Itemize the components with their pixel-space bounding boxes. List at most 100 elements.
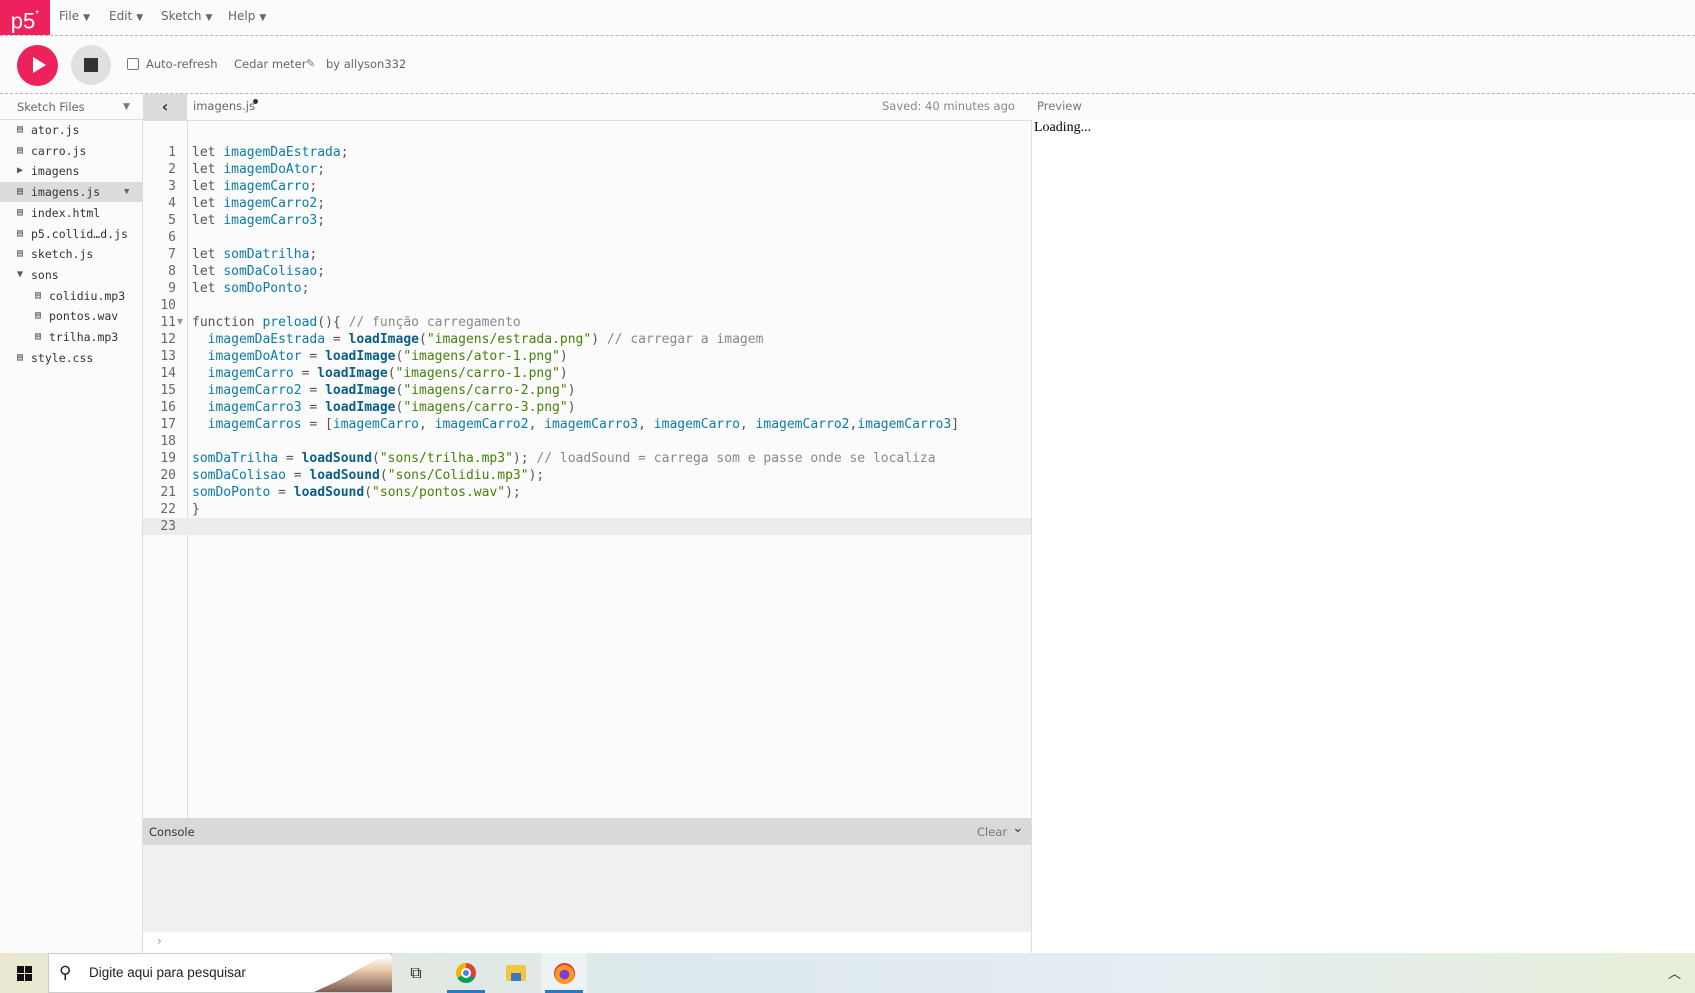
file-icon: ▤ (17, 227, 24, 239)
code-token: } (192, 502, 200, 517)
file-tree-item[interactable]: ▤ trilha.mp3 (0, 327, 143, 347)
code-line: let somDatrilha; (192, 246, 317, 263)
file-tree-item[interactable]: ▤ carro.js (0, 141, 143, 161)
code-token: somDoPonto (192, 485, 271, 500)
sketch-name[interactable]: Cedar meter (234, 57, 306, 71)
task-view-button[interactable]: ⧉ (393, 953, 439, 993)
fold-toggle-icon[interactable]: ▼ (177, 317, 183, 326)
code-token: ; (340, 145, 349, 160)
line-number: 7 (168, 247, 176, 262)
sidebar-header: Sketch Files ▼ (0, 94, 143, 120)
menu-edit[interactable]: Edit ▼ (109, 0, 143, 35)
sketch-author[interactable]: by allyson332 (326, 57, 406, 71)
menu-sketch[interactable]: Sketch ▼ (161, 0, 212, 35)
code-token: let (192, 264, 224, 279)
folder-icon (506, 965, 526, 981)
preview-frame[interactable]: Loading... (1032, 120, 1695, 953)
start-button[interactable] (0, 953, 48, 993)
console-output (143, 845, 1031, 932)
line-number: 17 (160, 417, 176, 432)
file-icon: ▤ (17, 186, 24, 198)
saved-status: Saved: 40 minutes ago (882, 99, 1015, 113)
p5-logo[interactable]: p5* (0, 0, 50, 35)
code-token: = (270, 485, 294, 500)
file-name: sketch.js (31, 247, 94, 262)
code-token: ) (559, 366, 568, 381)
play-button[interactable] (17, 45, 58, 86)
console-clear-button[interactable]: Clear (977, 825, 1007, 839)
code-token: function (192, 315, 263, 330)
file-name: carro.js (31, 143, 87, 158)
code-token: imagemCarro2 (434, 417, 529, 432)
chrome-taskbar-button[interactable] (443, 953, 489, 993)
code-token: "imagens/carro-3.png" (403, 400, 568, 415)
code-token: "sons/trilha.mp3" (379, 451, 513, 466)
code-line: let imagemCarro2; (192, 195, 325, 212)
code-token: // carregar a imagem (606, 332, 764, 347)
file-name: style.css (31, 350, 94, 365)
collapse-sidebar-button[interactable]: ‹ (143, 94, 187, 120)
console-input[interactable]: › (143, 932, 1031, 953)
file-name: sons (31, 267, 59, 282)
code-token: ) (559, 349, 568, 364)
code-token: = (278, 451, 302, 466)
menu-help[interactable]: Help ▼ (228, 0, 266, 35)
file-explorer-taskbar-button[interactable] (493, 953, 539, 993)
menu-file[interactable]: File ▼ (59, 0, 90, 35)
line-number: 6 (168, 230, 176, 245)
stop-button[interactable] (71, 45, 111, 85)
unsaved-indicator (253, 99, 258, 104)
console-header: Console Clear ⌄ (143, 818, 1031, 845)
line-number: 1 (168, 145, 176, 160)
file-tree-item[interactable]: ▤ sketch.js (0, 244, 143, 264)
code-token: "imagens/ator-1.png" (403, 349, 560, 364)
file-tree-item[interactable]: ▤ imagens.js ▼ (0, 182, 143, 203)
file-icon: ▤ (35, 331, 42, 342)
file-tree-item[interactable]: ▤ colidiu.mp3 (0, 286, 143, 306)
code-token: ( (364, 485, 373, 500)
file-tree-item[interactable]: ▼ sons (0, 265, 143, 285)
auto-refresh-checkbox[interactable] (127, 58, 139, 70)
search-icon: ⚲ (59, 963, 72, 983)
file-tree-item[interactable]: ▤ pontos.wav (0, 306, 143, 326)
file-tree-item[interactable]: ▤ index.html (0, 203, 143, 223)
code-token: imagemCarro2 (207, 383, 302, 398)
auto-refresh-toggle[interactable]: Auto-refresh (127, 57, 218, 71)
code-token: loadImage (325, 400, 396, 415)
code-token: imagemCarros (207, 417, 302, 432)
file-tree-item[interactable]: ▤ p5.collid…d.js (0, 224, 143, 244)
code-line: let somDaColisao; (192, 263, 325, 280)
file-tree-item[interactable]: ▤ ator.js (0, 120, 143, 140)
line-number: 3 (168, 179, 176, 194)
code-token: somDoPonto (223, 281, 302, 296)
sidebar-options-icon[interactable]: ▼ (123, 102, 130, 112)
code-token: , (638, 417, 654, 432)
line-number: 10 (160, 298, 176, 313)
taskbar-search[interactable]: ⚲ Digite aqui para pesquisar (48, 953, 392, 993)
file-options-icon[interactable]: ▼ (124, 182, 129, 202)
code-token: ; (317, 196, 326, 211)
file-tree-item[interactable]: ▶ imagens (0, 161, 143, 181)
chevron-down-icon[interactable]: ⌄ (1012, 820, 1024, 836)
pencil-icon[interactable]: ✎ (306, 57, 315, 70)
file-tree-item[interactable]: ▤ style.css (0, 348, 143, 368)
code-token: ; (309, 247, 318, 262)
code-token: , (739, 417, 756, 432)
code-token: ( (387, 366, 396, 381)
file-icon: ▤ (17, 124, 24, 135)
code-token: ( (379, 468, 388, 483)
code-token: "imagens/carro-2.png" (403, 383, 568, 398)
line-number: 16 (160, 400, 176, 415)
code-token: loadSound (309, 468, 380, 483)
chevron-up-icon[interactable]: ︿ (1668, 963, 1681, 982)
file-name: trilha.mp3 (49, 330, 119, 344)
code-token: imagemCarro2 (223, 196, 318, 211)
firefox-taskbar-button[interactable] (541, 953, 587, 993)
caret-down-icon: ▼ (259, 13, 267, 23)
code-line: let imagemCarro; (192, 178, 317, 195)
code-token: "sons/pontos.wav" (372, 485, 506, 500)
